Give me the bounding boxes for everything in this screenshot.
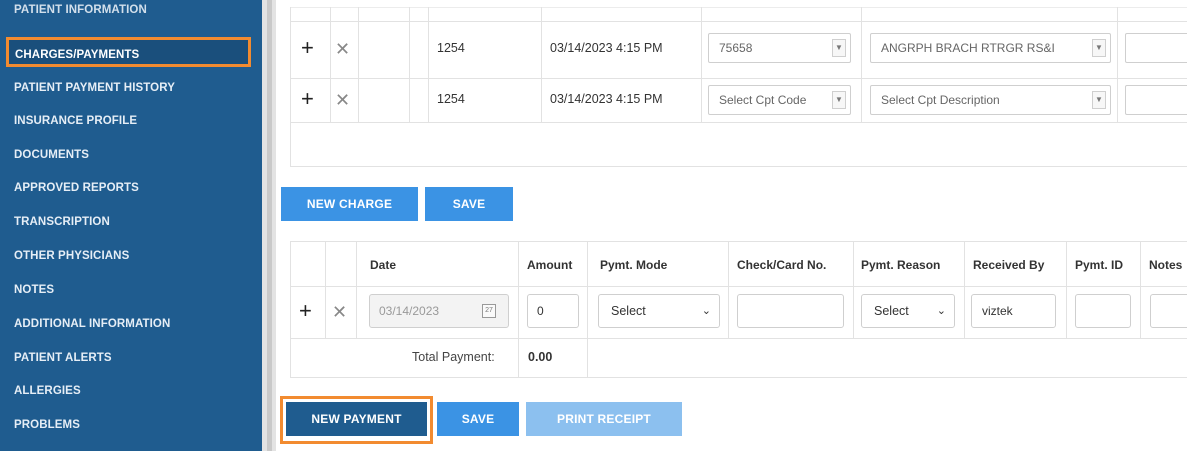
- header-amount: Amount: [527, 258, 573, 272]
- chevron-down-icon: ⌄: [936, 305, 946, 317]
- col-line: [325, 241, 326, 338]
- save-charges-button[interactable]: SAVE: [425, 187, 513, 221]
- charge-datetime: 03/14/2023 4:15 PM: [550, 92, 663, 106]
- table-border: [290, 377, 1187, 378]
- chevron-down-icon: ▼: [832, 39, 846, 57]
- header-received-by: Received By: [973, 258, 1045, 272]
- table-border: [290, 78, 1187, 79]
- payment-reason-value: Select: [874, 304, 909, 318]
- table-border: [290, 21, 1187, 22]
- table-border: [290, 122, 1187, 123]
- total-payment-value: 0.00: [528, 350, 553, 364]
- chevron-down-icon: ⌄: [701, 305, 711, 317]
- sidebar-item-documents[interactable]: DOCUMENTS: [14, 143, 89, 167]
- charge-extra-field[interactable]: [1125, 33, 1187, 63]
- received-by-field[interactable]: viztek: [971, 294, 1056, 328]
- sidebar-item-approved-reports[interactable]: APPROVED REPORTS: [14, 176, 139, 200]
- table-border: [290, 338, 1187, 339]
- header-date: Date: [370, 258, 397, 272]
- col-line: [861, 7, 862, 122]
- add-row-icon[interactable]: +: [301, 37, 314, 59]
- payment-reason-select[interactable]: Select ⌄: [861, 294, 955, 328]
- col-line: [541, 7, 542, 122]
- delete-row-icon[interactable]: ✕: [335, 38, 350, 60]
- new-charge-button[interactable]: NEW CHARGE: [281, 187, 418, 221]
- splitter[interactable]: [262, 0, 276, 451]
- col-line: [701, 7, 702, 122]
- sidebar-item-patient-payment-history[interactable]: PATIENT PAYMENT HISTORY: [14, 76, 175, 100]
- col-line: [290, 7, 291, 166]
- sidebar-item-insurance-profile[interactable]: INSURANCE PROFILE: [14, 109, 137, 133]
- table-border: [290, 286, 1187, 287]
- cpt-code-select[interactable]: Select Cpt Code ▼: [708, 85, 851, 115]
- cpt-description-select[interactable]: Select Cpt Description ▼: [870, 85, 1111, 115]
- payment-mode-select[interactable]: Select ⌄: [598, 294, 720, 328]
- check-card-field[interactable]: [737, 294, 844, 328]
- chevron-down-icon: ▼: [1092, 39, 1106, 57]
- col-line: [330, 7, 331, 122]
- add-payment-icon[interactable]: +: [299, 300, 312, 322]
- col-line: [1066, 241, 1067, 338]
- cpt-description-placeholder: Select Cpt Description: [881, 93, 1000, 107]
- sidebar-item-other-physicians[interactable]: OTHER PHYSICIANS: [14, 244, 129, 268]
- payment-id-field[interactable]: [1075, 294, 1131, 328]
- delete-payment-icon[interactable]: ✕: [332, 301, 347, 323]
- col-line: [1117, 7, 1118, 122]
- delete-row-icon[interactable]: ✕: [335, 89, 350, 111]
- col-line: [358, 7, 359, 122]
- cpt-code-value: 75658: [719, 41, 753, 55]
- col-line: [964, 241, 965, 338]
- sidebar-item-additional-information[interactable]: ADDITIONAL INFORMATION: [14, 312, 170, 336]
- col-line: [518, 241, 519, 377]
- charge-datetime: 03/14/2023 4:15 PM: [550, 41, 663, 55]
- charge-id: 1254: [437, 92, 465, 106]
- chevron-down-icon: ▼: [1092, 91, 1106, 109]
- header-pymt-mode: Pymt. Mode: [600, 258, 668, 272]
- save-payment-button[interactable]: SAVE: [437, 402, 519, 436]
- cpt-description-value: ANGRPH BRACH RTRGR RS&I: [881, 41, 1055, 55]
- col-line: [1140, 241, 1141, 338]
- sidebar-item-allergies[interactable]: ALLERGIES: [14, 379, 81, 403]
- total-payment-label: Total Payment:: [412, 350, 495, 364]
- highlight-new-payment: [280, 396, 433, 444]
- header-pymt-id: Pymt. ID: [1075, 258, 1124, 272]
- header-pymt-reason: Pymt. Reason: [861, 258, 941, 272]
- notes-field[interactable]: [1150, 294, 1187, 328]
- add-row-icon[interactable]: +: [301, 88, 314, 110]
- payment-date-field[interactable]: 03/14/2023 27: [369, 294, 509, 328]
- col-line: [290, 241, 291, 377]
- col-line: [853, 241, 854, 338]
- print-receipt-button[interactable]: PRINT RECEIPT: [526, 402, 682, 436]
- col-line: [587, 241, 588, 377]
- cpt-code-select[interactable]: 75658 ▼: [708, 33, 851, 63]
- sidebar-item-patient-alerts[interactable]: PATIENT ALERTS: [14, 346, 112, 370]
- chevron-down-icon: ▼: [832, 91, 846, 109]
- col-line: [356, 241, 357, 338]
- header-check-card-no: Check/Card No.: [737, 258, 827, 272]
- sidebar-item-patient-information[interactable]: PATIENT INFORMATION: [14, 2, 147, 22]
- charge-id: 1254: [437, 41, 465, 55]
- col-line: [409, 7, 410, 122]
- col-line: [428, 7, 429, 122]
- calendar-icon[interactable]: 27: [482, 304, 496, 318]
- sidebar: PATIENT INFORMATION CHARGES/PAYMENTS PAT…: [0, 0, 262, 451]
- cpt-code-placeholder: Select Cpt Code: [719, 93, 807, 107]
- cpt-description-select[interactable]: ANGRPH BRACH RTRGR RS&I ▼: [870, 33, 1111, 63]
- sidebar-item-charges-payments[interactable]: CHARGES/PAYMENTS: [6, 37, 251, 67]
- header-notes: Notes: [1149, 258, 1183, 272]
- col-line: [728, 241, 729, 338]
- payment-date-value: 03/14/2023: [379, 304, 440, 318]
- amount-field[interactable]: 0: [527, 294, 579, 328]
- table-border: [290, 7, 1187, 8]
- sidebar-item-transcription[interactable]: TRANSCRIPTION: [14, 210, 110, 234]
- payment-mode-value: Select: [611, 304, 646, 318]
- table-border: [290, 166, 1187, 167]
- sidebar-item-notes[interactable]: NOTES: [14, 278, 54, 302]
- sidebar-item-problems[interactable]: PROBLEMS: [14, 413, 80, 437]
- table-border: [290, 241, 1187, 242]
- charge-extra-field[interactable]: [1125, 85, 1187, 115]
